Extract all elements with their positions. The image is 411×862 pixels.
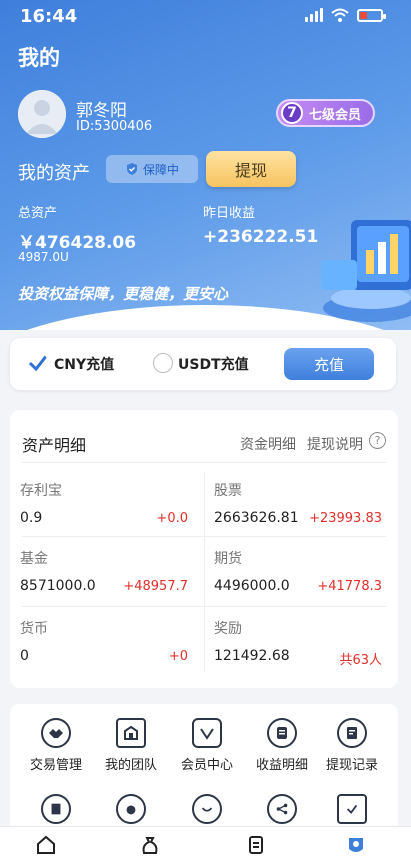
tab-home[interactable] — [26, 831, 66, 859]
cell-name: 股票 — [214, 483, 242, 499]
withdraw-help-link[interactable]: 提现说明 — [307, 434, 363, 454]
battery-icon — [357, 8, 386, 22]
menu-label: 会员中心 — [180, 758, 233, 773]
cell-change: +23993.83 — [309, 511, 382, 526]
menu-item-member[interactable]: 会员中心 — [172, 718, 242, 773]
assets-title: 我的资产 — [18, 163, 90, 184]
divider — [22, 462, 386, 463]
column-divider — [204, 472, 205, 672]
usdt-recharge-label[interactable]: USDT充值 — [178, 354, 249, 374]
shield-check-icon — [126, 163, 137, 175]
page-title: 我的 — [18, 46, 60, 70]
cny-recharge-label[interactable]: CNY充值 — [54, 354, 114, 374]
profile-icon — [349, 838, 363, 852]
withdraw-record-icon — [337, 718, 367, 748]
menu-label: 我的团队 — [104, 758, 157, 773]
smile-icon[interactable] — [192, 794, 222, 824]
money-bag-icon — [142, 837, 158, 854]
protect-badge-label: 保障中 — [142, 162, 179, 177]
yesterday-income-label: 昨日收益 — [203, 206, 256, 221]
level-label: 七级会员 — [308, 107, 361, 123]
cell-value: 8571000.0 — [20, 578, 96, 594]
cell-value: 0 — [20, 648, 29, 664]
divider — [22, 536, 386, 537]
menu-label: 收益明细 — [255, 758, 308, 773]
cell-value: 4496000.0 — [214, 578, 290, 594]
receipt-icon — [249, 836, 263, 854]
team-icon — [116, 718, 146, 748]
menu-item-withdraw-record[interactable]: 提现记录 — [317, 718, 387, 773]
cell-change: +48957.7 — [123, 579, 188, 594]
menu-item-team[interactable]: 我的团队 — [96, 718, 166, 773]
menu-item-income[interactable]: 收益明细 — [247, 718, 317, 773]
signal-icon — [305, 8, 323, 22]
tab-receipt[interactable] — [236, 831, 276, 859]
cell-name: 基金 — [20, 551, 48, 567]
wifi-icon — [331, 8, 349, 22]
divider — [22, 606, 386, 607]
cell-change: 共63人 — [339, 653, 382, 668]
handshake-icon — [41, 718, 71, 748]
asset-details-card: 资产明细 资金明细 提现说明 ? 存利宝 0.9 +0.0 股票 2663626… — [10, 410, 398, 688]
total-assets-usdt: 4987.0U — [18, 250, 69, 264]
recharge-button[interactable]: 充值 — [284, 348, 374, 380]
cny-checkbox[interactable] — [28, 353, 48, 373]
tab-finance[interactable] — [130, 831, 170, 859]
profile-header: 16:44 我的 郭冬阳 ID:5300406 7 七级会员 我的资产 保障中 … — [0, 0, 411, 330]
recharge-card: CNY充值 USDT充值 充值 — [10, 338, 396, 390]
usdt-checkbox[interactable] — [153, 353, 173, 373]
user-id: ID:5300406 — [76, 119, 153, 134]
cell-name: 期货 — [214, 551, 242, 567]
status-bar: 16:44 — [0, 0, 411, 36]
asset-details-title: 资产明细 — [22, 436, 87, 455]
cell-name: 存利宝 — [20, 483, 62, 499]
bottom-tab-bar — [0, 826, 411, 862]
cell-name: 奖励 — [214, 621, 242, 637]
menu-label: 交易管理 — [29, 758, 82, 773]
battery-level — [360, 11, 367, 19]
wallet-illustration-icon — [321, 220, 411, 322]
protect-badge: 保障中 — [106, 155, 198, 183]
level-number: 7 — [280, 102, 303, 124]
cell-value: 121492.68 — [214, 648, 290, 664]
yesterday-income-value: +236222.51 — [203, 227, 319, 247]
user-avatar-icon — [18, 90, 66, 138]
tab-profile[interactable] — [336, 831, 376, 859]
status-time: 16:44 — [20, 6, 78, 27]
function-menu: 交易管理 我的团队 会员中心 收益明细 提现记录 — [10, 704, 398, 844]
fund-details-link[interactable]: 资金明细 — [240, 434, 296, 454]
home-icon — [37, 835, 55, 854]
share-icon[interactable] — [267, 794, 297, 824]
member-level-badge[interactable]: 7 七级会员 — [275, 99, 375, 127]
help-icon[interactable]: ? — [369, 432, 386, 449]
user-name: 郭冬阳 — [76, 101, 127, 121]
cell-change: +0.0 — [156, 511, 188, 526]
cell-value: 0.9 — [20, 510, 43, 526]
document-icon[interactable] — [41, 794, 71, 824]
status-icons — [305, 8, 386, 22]
cell-value: 2663626.81 — [214, 510, 299, 526]
bag-icon[interactable] — [116, 794, 146, 824]
menu-item-trade[interactable]: 交易管理 — [21, 718, 91, 773]
income-icon — [267, 718, 297, 748]
slogan: 投资权益保障，更稳健，更安心 — [18, 285, 229, 303]
withdraw-button[interactable]: 提现 — [206, 151, 296, 187]
total-assets-label: 总资产 — [18, 206, 58, 221]
menu-label: 提现记录 — [325, 758, 378, 773]
member-icon — [192, 718, 222, 748]
cell-name: 货币 — [20, 621, 48, 637]
cell-change: +41778.3 — [317, 579, 382, 594]
cell-change: +0 — [168, 649, 188, 664]
calendar-check-icon[interactable] — [337, 794, 367, 824]
avatar[interactable] — [18, 90, 66, 138]
